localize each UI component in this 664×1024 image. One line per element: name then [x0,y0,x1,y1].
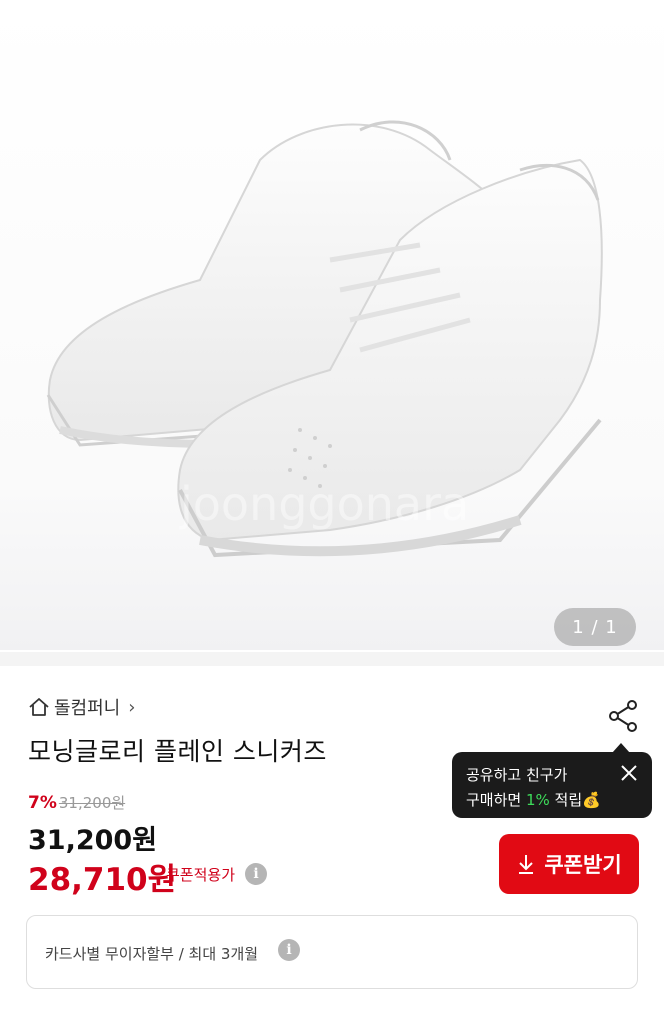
product-title: 모닝글로리 플레인 스니커즈 [28,737,327,766]
download-icon [519,855,534,874]
tooltip-line2-suffix: 적립 [549,791,583,809]
get-coupon-button[interactable]: 쿠폰받기 [499,834,639,894]
section-divider [0,652,664,666]
home-icon [29,698,49,716]
image-counter: 1 / 1 [554,608,636,646]
discount-percent: 7% [28,793,57,813]
chevron-right-icon: › [128,696,136,718]
share-icon[interactable] [606,698,642,734]
installment-text: 카드사별 무이자할부 / 최대 3개월 [45,945,259,963]
tooltip-reward-percent: 1% [525,791,550,809]
tooltip-line2: 구매하면 1% 적립💰 [466,789,601,810]
tooltip-line1: 공유하고 친구가 [466,766,568,784]
sale-price: 31,200원 [28,825,158,856]
info-icon[interactable]: i [245,863,267,885]
tooltip-tail [612,743,630,753]
watermark: joonggonara [179,477,469,531]
share-reward-tooltip: 공유하고 친구가 구매하면 1% 적립💰 [452,743,652,818]
brand-name: 돌컴퍼니 [54,698,121,719]
get-coupon-label: 쿠폰받기 [544,853,622,877]
close-icon[interactable] [620,764,638,782]
product-image[interactable]: joonggonara 1 / 1 [0,0,664,650]
coupon-price: 28,710원 [28,862,177,898]
tooltip-line2-prefix: 구매하면 [466,791,526,809]
info-icon[interactable]: i [278,939,300,961]
money-bag-icon: 💰 [582,791,601,809]
coupon-price-label: 쿠폰적용가 [166,866,236,884]
original-price: 31,200원 [58,794,126,812]
discount-row: 7% 31,200원 [28,792,125,813]
sneaker-photo: joonggonara [0,0,664,650]
brand-link[interactable]: 돌컴퍼니 › [28,694,135,720]
installment-info-box[interactable]: 카드사별 무이자할부 / 최대 3개월 i [26,915,638,989]
